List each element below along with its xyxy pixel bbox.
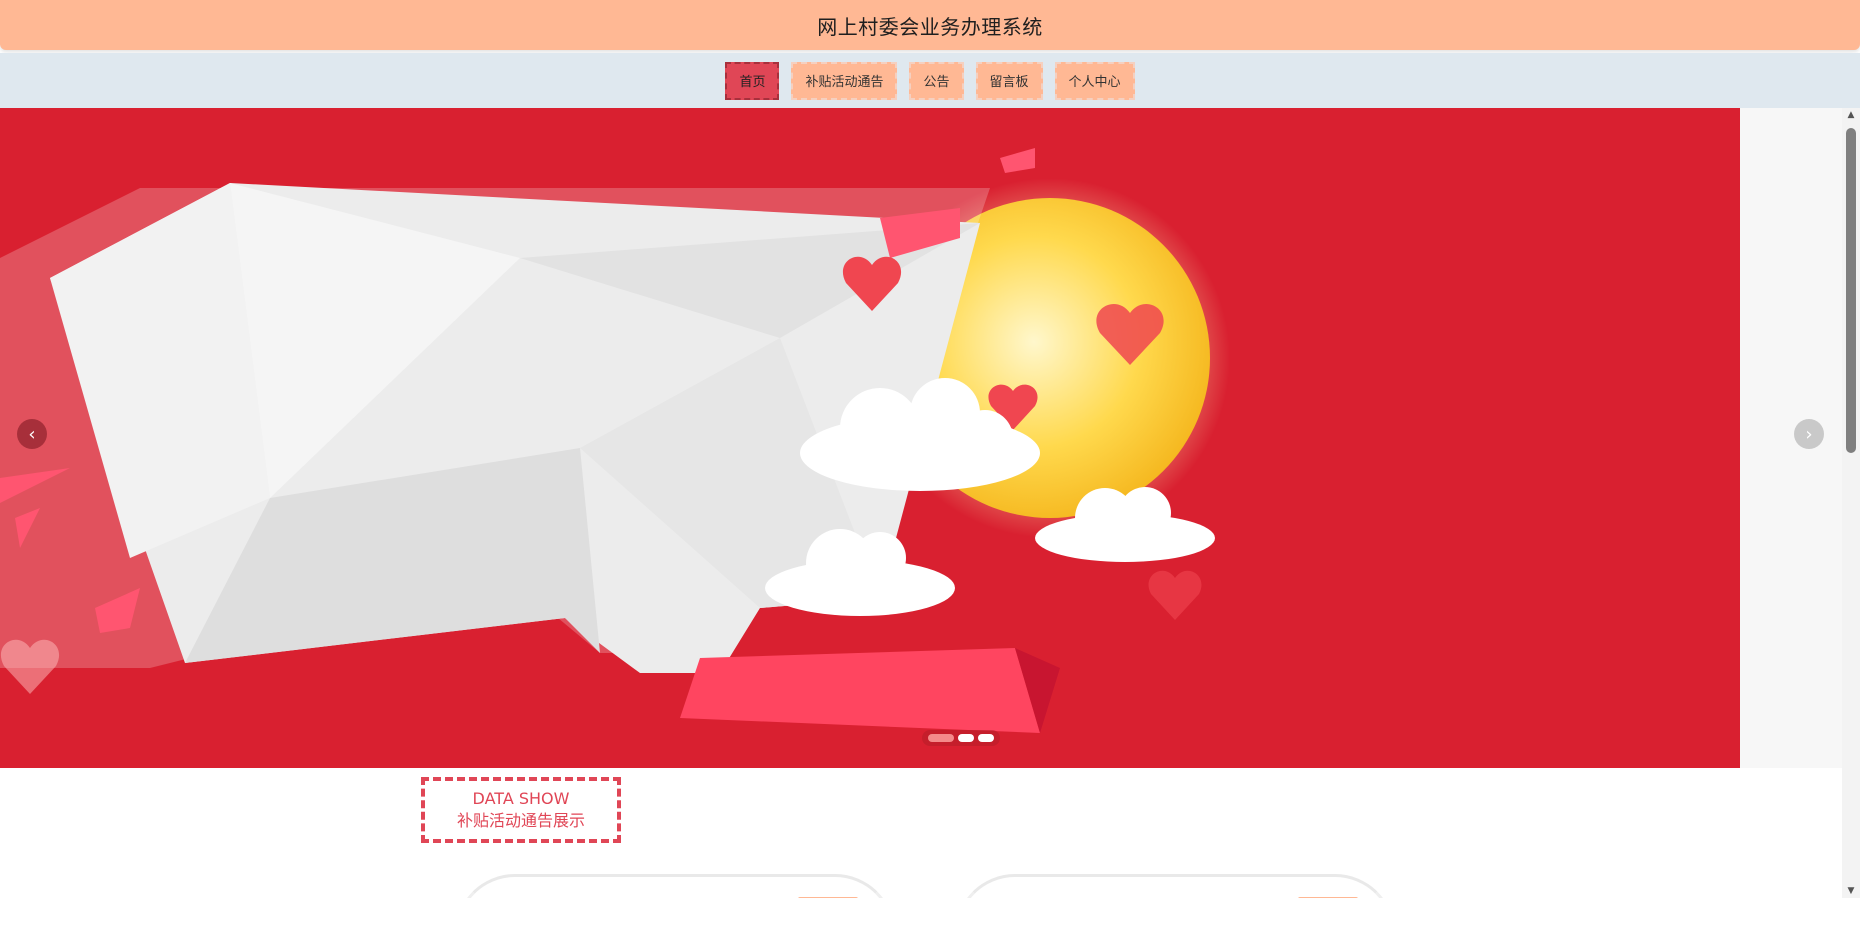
- chevron-right-icon: ›: [1805, 423, 1813, 445]
- carousel-next-button[interactable]: ›: [1794, 419, 1824, 449]
- main-nav: 首页 补贴活动通告 公告 留言板 个人中心: [0, 53, 1860, 108]
- carousel-dot-2[interactable]: [958, 734, 974, 742]
- section-heading: DATA SHOW 补贴活动通告展示: [421, 777, 621, 843]
- page: 网上村委会业务办理系统 首页 补贴活动通告 公告 留言板 个人中心 ‹ › ▲ …: [0, 0, 1860, 938]
- top-header: 网上村委会业务办理系统: [0, 0, 1860, 50]
- carousel-dot-3[interactable]: [978, 734, 994, 742]
- chevron-left-icon: ‹: [28, 423, 36, 445]
- nav-item-message-board[interactable]: 留言板: [975, 61, 1043, 100]
- viewport-bottom-edge: [0, 898, 1842, 938]
- section-heading-cn: 补贴活动通告展示: [456, 811, 585, 830]
- section-heading-en: DATA SHOW: [472, 789, 570, 808]
- carousel-indicators: [922, 730, 1000, 746]
- nav-item-home[interactable]: 首页: [725, 61, 780, 100]
- banner-slide-image[interactable]: [0, 108, 1740, 768]
- carousel-prev-button[interactable]: ‹: [17, 419, 47, 449]
- carousel-dot-1[interactable]: [928, 734, 954, 742]
- nav-item-announcements[interactable]: 公告: [909, 61, 964, 100]
- page-scrollbar[interactable]: ▲ ▼: [1842, 108, 1860, 898]
- scroll-up-arrow-icon[interactable]: ▲: [1842, 108, 1860, 122]
- scroll-down-arrow-icon[interactable]: ▼: [1842, 884, 1860, 898]
- site-title: 网上村委会业务办理系统: [817, 14, 1043, 39]
- banner-carousel: ‹ ›: [0, 108, 1842, 768]
- scroll-thumb[interactable]: [1846, 128, 1856, 453]
- nav-item-subsidy-notices[interactable]: 补贴活动通告: [791, 61, 898, 100]
- nav-item-personal-center[interactable]: 个人中心: [1054, 61, 1135, 100]
